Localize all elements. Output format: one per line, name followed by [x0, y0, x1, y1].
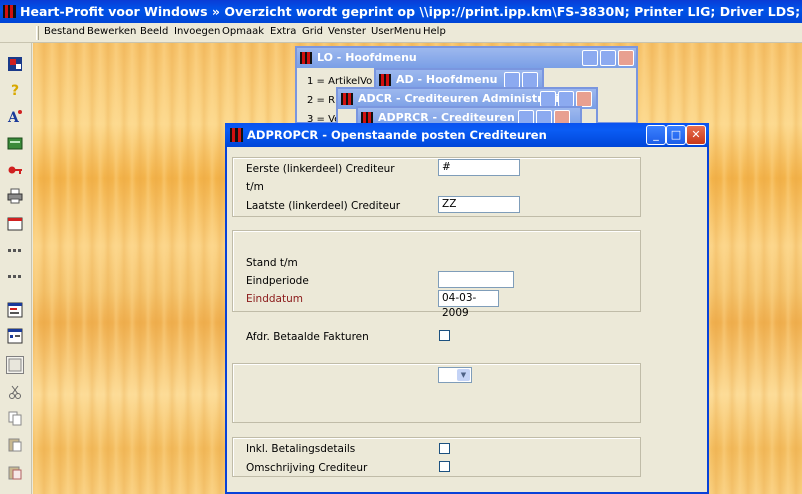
menu-bewerken[interactable]: Bewerken	[87, 26, 136, 37]
maximize-icon[interactable]	[522, 72, 538, 88]
menu-opmaak[interactable]: Opmaak	[222, 26, 264, 37]
menu-bar: Bestand Bewerken Beeld Invoegen Opmaak E…	[0, 23, 802, 43]
afdr-betaalde-fakturen-label: Afdr. Betaalde Fakturen	[246, 331, 369, 343]
laatste-crediteur-label: Laatste (linkerdeel) Crediteur	[246, 200, 401, 212]
svg-text:?: ?	[11, 83, 19, 98]
printer-icon[interactable]	[6, 187, 24, 205]
group-selektie	[232, 363, 641, 423]
window-adpropcr[interactable]: ADPROPCR - Openstaande posten Crediteure…	[225, 123, 709, 494]
menu-grip	[36, 26, 39, 40]
eindperiode-label: Eindperiode	[246, 275, 309, 287]
app-titlebar: Heart-Profit voor Windows » Overzicht wo…	[0, 0, 802, 23]
laatste-crediteur-field[interactable]: ZZ	[438, 196, 520, 213]
omschrijving-crediteur-label: Omschrijving Crediteur	[246, 462, 368, 474]
window-icon	[379, 74, 391, 86]
window-ad-title: AD - Hoofdmenu	[396, 73, 498, 86]
omschrijving-crediteur-checkbox[interactable]	[439, 461, 450, 472]
cut-icon[interactable]	[6, 383, 24, 401]
key-icon[interactable]	[6, 161, 24, 179]
dots-icon-2[interactable]	[6, 267, 24, 285]
stand-tm-label: Stand t/m	[246, 257, 298, 269]
menu-venster[interactable]: Venster	[328, 26, 366, 37]
copy-icon[interactable]	[6, 409, 24, 427]
window-icon	[341, 93, 353, 105]
minimize-icon[interactable]	[540, 91, 556, 107]
dots-icon[interactable]	[6, 241, 24, 259]
einddatum-field[interactable]: 04-03-2009	[438, 290, 499, 319]
menu-line-1[interactable]: 1 = ArtikelVo	[307, 76, 372, 87]
app-icon	[3, 5, 16, 18]
chevron-down-icon[interactable]: ▼	[457, 369, 470, 381]
paste-special-icon[interactable]	[6, 463, 24, 481]
window-icon	[300, 52, 312, 64]
menu-beeld[interactable]: Beeld	[140, 26, 168, 37]
menu-extra[interactable]: Extra	[270, 26, 296, 37]
minimize-icon[interactable]	[582, 50, 598, 66]
panel-icon[interactable]	[6, 356, 24, 374]
afdr-betaalde-fakturen-checkbox[interactable]	[439, 330, 450, 341]
maximize-icon[interactable]: □	[666, 125, 686, 145]
close-icon[interactable]: ✕	[686, 125, 706, 145]
dialog-title: ADPROPCR - Openstaande posten Crediteure…	[247, 128, 547, 142]
menu-bestand[interactable]: Bestand	[44, 26, 85, 37]
window-lo-title: LO - Hoofdmenu	[317, 51, 417, 64]
maximize-icon[interactable]	[558, 91, 574, 107]
menu-grid[interactable]: Grid	[302, 26, 323, 37]
left-toolbar: ? A	[0, 43, 32, 494]
minimize-icon[interactable]: _	[646, 125, 666, 145]
list-icon[interactable]	[6, 327, 24, 345]
window-adcr-title: ADCR - Crediteuren Administratie	[358, 92, 567, 105]
window-icon[interactable]	[6, 215, 24, 233]
tm-label: t/m	[246, 181, 264, 193]
window-adpropcr-caption: ADPROPCR - Openstaande posten Crediteure…	[225, 123, 709, 147]
eindperiode-field[interactable]	[438, 271, 514, 288]
selektie-datum-select[interactable]: ▼	[438, 367, 472, 383]
menu-help[interactable]: Help	[423, 26, 446, 37]
maximize-icon[interactable]	[600, 50, 616, 66]
paste-icon[interactable]	[6, 435, 24, 453]
help-icon[interactable]: ?	[6, 81, 24, 99]
close-icon[interactable]	[618, 50, 634, 66]
einddatum-label: Einddatum	[246, 293, 303, 305]
menu-usermenu[interactable]: UserMenu	[371, 26, 421, 37]
window-icon	[230, 128, 243, 142]
close-icon[interactable]	[576, 91, 592, 107]
app-title: Heart-Profit voor Windows » Overzicht wo…	[20, 4, 802, 19]
menu-line-2[interactable]: 2 = R	[307, 95, 335, 106]
eerste-crediteur-label: Eerste (linkerdeel) Crediteur	[246, 163, 395, 175]
font-icon[interactable]: A	[6, 107, 24, 125]
form-icon[interactable]	[6, 301, 24, 319]
inkl-betalingsdetails-label: Inkl. Betalingsdetails	[246, 443, 356, 455]
app-icon[interactable]	[6, 55, 24, 73]
minimize-icon[interactable]	[504, 72, 520, 88]
eerste-crediteur-field[interactable]: #	[438, 159, 520, 176]
menu-invoegen[interactable]: Invoegen	[174, 26, 220, 37]
inkl-betalingsdetails-checkbox[interactable]	[439, 443, 450, 454]
table-icon[interactable]	[6, 135, 24, 153]
